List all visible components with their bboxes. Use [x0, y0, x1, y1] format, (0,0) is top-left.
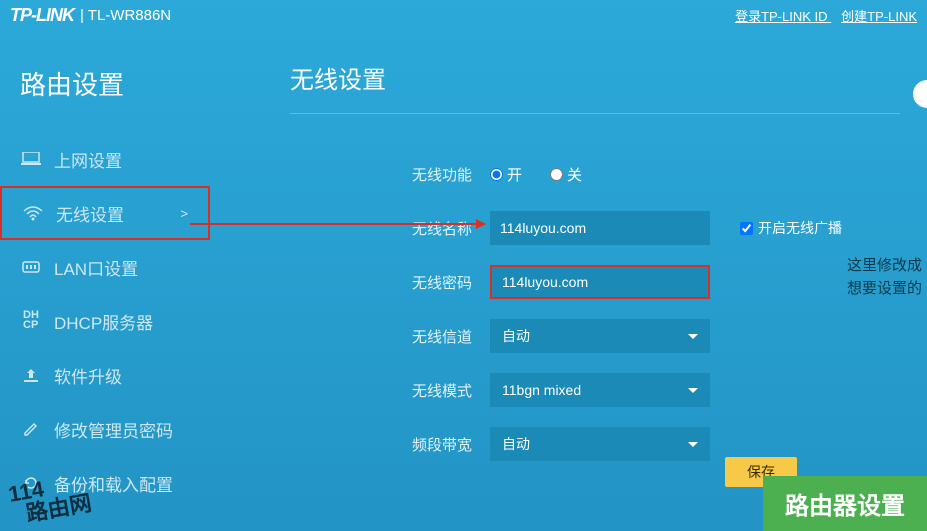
sidebar-item-label: 备份和载入配置 — [54, 471, 173, 496]
sidebar-item-label: 软件升级 — [54, 363, 122, 388]
label-enable: 无线功能 — [290, 164, 490, 185]
sidebar-item-wireless[interactable]: 无线设置 > — [0, 186, 210, 240]
radio-off[interactable]: 关 — [550, 164, 582, 185]
ssid-input[interactable] — [490, 211, 710, 245]
green-banner: 路由器设置 — [763, 476, 927, 531]
create-link[interactable]: 创建TP-LINK — [841, 9, 917, 24]
refresh-icon — [20, 474, 42, 492]
broadcast-checkbox[interactable]: 开启无线广播 — [740, 218, 842, 238]
sidebar-item-label: 无线设置 — [56, 201, 124, 226]
sidebar-item-label: DHCP服务器 — [54, 309, 153, 334]
sidebar-item-label: 修改管理员密码 — [54, 417, 173, 442]
login-link[interactable]: 登录TP-LINK ID — [735, 9, 827, 24]
sidebar-item-admin[interactable]: 修改管理员密码 — [0, 402, 210, 456]
label-mode: 无线模式 — [290, 380, 490, 401]
wifi-icon — [22, 205, 44, 221]
caret-down-icon — [688, 442, 698, 447]
chevron-right-icon: > — [180, 206, 188, 221]
sidebar-item-internet[interactable]: 上网设置 — [0, 132, 210, 186]
sidebar-item-upgrade[interactable]: 软件升级 — [0, 348, 210, 402]
radio-on[interactable]: 开 — [490, 164, 522, 185]
row-enable: 无线功能 开 关 — [290, 154, 927, 194]
dhcp-icon: DHCP — [20, 311, 42, 331]
annotation-text: 这里修改成 想要设置的 — [847, 255, 922, 300]
brand-logo: TP-LINK — [10, 5, 74, 26]
channel-select[interactable]: 自动 — [490, 319, 710, 353]
radio-off-input[interactable] — [550, 168, 563, 181]
model-name: | TL-WR886N — [80, 7, 171, 24]
lan-icon — [20, 260, 42, 274]
caret-down-icon — [688, 388, 698, 393]
upload-icon — [20, 367, 42, 383]
row-ssid: 无线名称 开启无线广播 — [290, 208, 927, 248]
label-bandwidth: 频段带宽 — [290, 434, 490, 455]
password-input[interactable] — [490, 265, 710, 299]
label-ssid: 无线名称 — [290, 218, 490, 239]
sidebar-item-label: LAN口设置 — [54, 255, 138, 280]
sidebar-item-backup[interactable]: 备份和载入配置 — [0, 456, 210, 510]
row-bandwidth: 频段带宽 自动 — [290, 424, 927, 464]
page-title: 无线设置 — [290, 60, 900, 114]
pencil-icon — [20, 420, 42, 438]
mode-select[interactable]: 11bgn mixed — [490, 373, 710, 407]
sidebar-item-label: 上网设置 — [54, 147, 122, 172]
sidebar: 路由设置 上网设置 无线设置 > LAN口设置 DHCP DHCP服务器 软件升… — [0, 30, 210, 531]
sidebar-item-dhcp[interactable]: DHCP DHCP服务器 — [0, 294, 210, 348]
row-channel: 无线信道 自动 — [290, 316, 927, 356]
sidebar-item-lan[interactable]: LAN口设置 — [0, 240, 210, 294]
row-mode: 无线模式 11bgn mixed — [290, 370, 927, 410]
caret-down-icon — [688, 334, 698, 339]
sidebar-title: 路由设置 — [0, 55, 210, 132]
radio-on-input[interactable] — [490, 168, 503, 181]
content-panel: 无线设置 无线功能 开 关 无线名称 开启无线广播 无线密码 — [210, 30, 927, 531]
label-channel: 无线信道 — [290, 326, 490, 347]
bandwidth-select[interactable]: 自动 — [490, 427, 710, 461]
top-links: 登录TP-LINK ID 创建TP-LINK — [725, 6, 917, 25]
label-password: 无线密码 — [290, 272, 490, 293]
annotation-arrow — [190, 223, 485, 225]
laptop-icon — [20, 152, 42, 166]
row-password: 无线密码 — [290, 262, 927, 302]
broadcast-checkbox-input[interactable] — [740, 222, 753, 235]
top-bar: TP-LINK | TL-WR886N 登录TP-LINK ID 创建TP-LI… — [0, 0, 927, 30]
